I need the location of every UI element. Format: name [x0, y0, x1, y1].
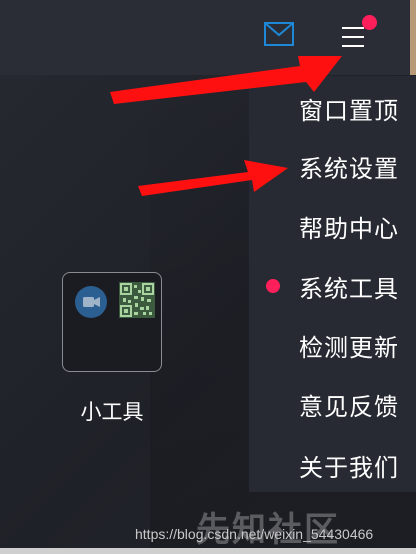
menu-item-feedback[interactable]: 意见反馈 — [249, 375, 416, 433]
menu-item-label: 窗口置顶 — [299, 96, 399, 125]
menu-item-about-us[interactable]: 关于我们 — [249, 436, 416, 494]
tools-tile[interactable] — [62, 272, 162, 372]
watermark-url: https://blog.csdn.net/weixin_54430466 — [135, 526, 374, 542]
bottom-edge — [0, 548, 416, 554]
qr-code-icon — [119, 282, 155, 318]
mail-icon[interactable] — [264, 22, 294, 46]
menu-item-label: 帮助中心 — [299, 214, 399, 243]
menu-item-system-tools[interactable]: 系统工具 — [249, 257, 416, 315]
window-edge — [410, 0, 416, 75]
menu-item-label: 检测更新 — [299, 333, 399, 362]
menu-item-label: 系统工具 — [299, 274, 399, 303]
tile-label: 小工具 — [80, 400, 144, 424]
notification-dot — [362, 15, 377, 30]
menu-item-help-center[interactable]: 帮助中心 — [249, 197, 416, 255]
active-bullet-icon — [266, 279, 280, 293]
menu-item-system-settings[interactable]: 系统设置 — [249, 137, 416, 195]
menu-item-label: 系统设置 — [299, 154, 399, 183]
video-camera-icon — [75, 286, 107, 318]
menu-item-check-update[interactable]: 检测更新 — [249, 316, 416, 374]
dropdown-menu: 窗口置顶 系统设置 帮助中心 系统工具 检测更新 意见反馈 关于我们 — [249, 76, 416, 492]
menu-item-pin-window[interactable]: 窗口置顶 — [249, 79, 416, 137]
menu-item-label: 意见反馈 — [299, 392, 399, 421]
menu-item-label: 关于我们 — [299, 453, 399, 482]
